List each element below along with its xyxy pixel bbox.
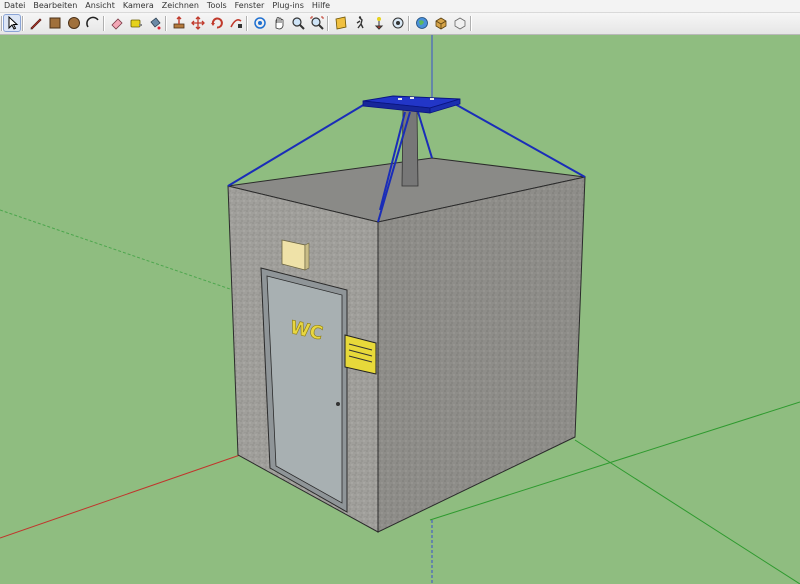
menu-bearbeiten[interactable]: Bearbeiten <box>29 0 81 12</box>
menu-tools[interactable]: Tools <box>203 0 231 12</box>
menu-zeichnen[interactable]: Zeichnen <box>158 0 203 12</box>
mast-strut <box>417 111 433 159</box>
toolbar-separator <box>327 16 329 31</box>
menu-hilfe[interactable]: Hilfe <box>308 0 334 12</box>
look-around-icon[interactable] <box>390 15 406 31</box>
orbit-icon[interactable] <box>252 15 268 31</box>
menu-ansicht[interactable]: Ansicht <box>81 0 119 12</box>
rotate-icon[interactable] <box>209 15 225 31</box>
zoom-icon[interactable] <box>290 15 306 31</box>
arc-icon[interactable] <box>85 15 101 31</box>
toolbar-separator <box>470 16 472 31</box>
toolbar <box>0 13 800 35</box>
toolbar-separator <box>246 16 248 31</box>
geo-location-icon[interactable] <box>414 15 430 31</box>
circle-icon[interactable] <box>66 15 82 31</box>
menu-plug-ins[interactable]: Plug-ins <box>268 0 308 12</box>
green-axis <box>0 209 263 301</box>
antenna-mark <box>410 97 414 99</box>
rectangle-icon[interactable] <box>47 15 63 31</box>
junction-box-side <box>304 242 310 271</box>
select-icon[interactable] <box>3 14 21 32</box>
tape-measure-icon[interactable] <box>128 15 144 31</box>
3d-warehouse-icon[interactable] <box>452 15 468 31</box>
walk-icon[interactable] <box>352 15 368 31</box>
mast <box>401 109 419 187</box>
move-icon[interactable] <box>190 15 206 31</box>
3d-viewport[interactable]: WC <box>0 35 800 584</box>
eraser-icon[interactable] <box>109 15 125 31</box>
antenna-mark <box>398 98 402 100</box>
model-scene[interactable]: WC <box>0 35 800 584</box>
toolbar-separator <box>1 16 3 31</box>
components-icon[interactable] <box>433 15 449 31</box>
menu-bar: Datei Bearbeiten Ansicht Kamera Zeichnen Tool… <box>0 0 800 13</box>
menu-fenster[interactable]: Fenster <box>231 0 269 12</box>
follow-me-icon[interactable] <box>228 15 244 31</box>
zoom-extents-icon[interactable] <box>309 15 325 31</box>
green-axis-far <box>574 439 800 584</box>
door-handle[interactable] <box>336 402 340 406</box>
pan-icon[interactable] <box>271 15 287 31</box>
toolbar-separator <box>22 16 24 31</box>
toolbar-separator <box>165 16 167 31</box>
toolbar-separator <box>408 16 410 31</box>
push-pull-icon[interactable] <box>171 15 187 31</box>
section-plane-icon[interactable] <box>333 15 349 31</box>
menu-datei[interactable]: Datei <box>0 0 29 12</box>
position-camera-icon[interactable] <box>371 15 387 31</box>
right-wall <box>377 176 586 533</box>
paint-bucket-icon[interactable] <box>147 15 163 31</box>
antenna-mark <box>430 98 434 100</box>
pencil-icon[interactable] <box>28 15 44 31</box>
toolbar-separator <box>103 16 105 31</box>
red-axis <box>0 454 241 539</box>
menu-kamera[interactable]: Kamera <box>119 0 158 12</box>
